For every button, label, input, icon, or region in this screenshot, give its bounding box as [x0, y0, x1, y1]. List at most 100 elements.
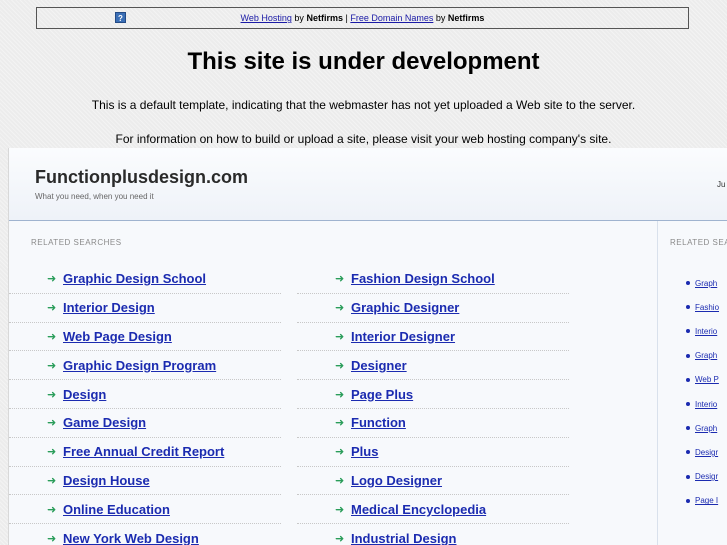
related-search-link[interactable]: Game Design	[63, 415, 146, 430]
bullet-icon	[686, 450, 690, 455]
sidebar-search-link[interactable]: Graph	[695, 351, 717, 360]
sidebar-section-label: RELATED SEA	[670, 238, 727, 247]
arrow-icon: ➜	[335, 359, 345, 372]
related-search-link[interactable]: Graphic Designer	[351, 300, 459, 315]
search-row: ➜ Game Design	[9, 409, 281, 438]
related-search-link[interactable]: Design House	[63, 473, 150, 488]
arrow-icon: ➜	[47, 417, 57, 430]
sidebar-search-link[interactable]: Page I	[695, 496, 718, 505]
related-search-link[interactable]: Page Plus	[351, 387, 413, 402]
search-row: ➜ Graphic Design School	[9, 265, 281, 294]
search-column-left: ➜ Graphic Design School ➜ Interior Design ➜ W…	[9, 265, 281, 545]
related-search-link[interactable]: Graphic Design Program	[63, 358, 216, 373]
hosting-banner: ? Web Hosting by Netfirms | Free Domain …	[36, 7, 689, 29]
search-row: ➜ Free Annual Credit Report	[9, 438, 281, 467]
related-search-link[interactable]: Function	[351, 415, 406, 430]
arrow-icon: ➜	[47, 503, 57, 516]
banner-by-text: by	[294, 13, 304, 23]
arrow-icon: ➜	[47, 273, 57, 286]
arrow-icon: ➜	[47, 359, 57, 372]
notice-text: This is a default template, indicating t…	[91, 98, 636, 112]
web-hosting-link[interactable]: Web Hosting	[241, 13, 292, 23]
sidebar-search-link[interactable]: Desigr	[695, 472, 718, 481]
sidebar-item: Interio	[686, 392, 727, 416]
search-row: ➜ Graphic Designer	[297, 294, 569, 323]
related-search-link[interactable]: Design	[63, 387, 106, 402]
related-search-link[interactable]: Logo Designer	[351, 473, 442, 488]
sidebar-search-link[interactable]: Fashio	[695, 303, 719, 312]
sidebar-item: Page I	[686, 489, 727, 513]
sidebar-list: Graph Fashio Interio Graph Web P Interio Graph…	[686, 271, 727, 513]
sidebar-item: Desigr	[686, 465, 727, 489]
banner-separator: |	[345, 13, 348, 23]
search-row: ➜ Industrial Design	[297, 524, 569, 545]
sidebar-item: Graph	[686, 271, 727, 295]
bullet-icon	[686, 377, 690, 382]
arrow-icon: ➜	[335, 330, 345, 343]
site-header: Functionplusdesign.com What you need, wh…	[9, 148, 727, 221]
search-row: ➜ Design House	[9, 467, 281, 496]
search-row: ➜ Function	[297, 409, 569, 438]
search-row: ➜ Logo Designer	[297, 467, 569, 496]
info-text: For information on how to build or uploa…	[115, 132, 612, 146]
sidebar-search-link[interactable]: Graph	[695, 424, 717, 433]
related-search-link[interactable]: Industrial Design	[351, 531, 456, 545]
related-search-link[interactable]: Designer	[351, 358, 407, 373]
site-tagline: What you need, when you need it	[35, 192, 154, 201]
arrow-icon: ➜	[335, 446, 345, 459]
related-search-link[interactable]: Plus	[351, 444, 378, 459]
search-column-right: ➜ Fashion Design School ➜ Graphic Designer ➜…	[297, 265, 569, 545]
search-row: ➜ Medical Encyclopedia	[297, 495, 569, 525]
search-row: ➜ Designer	[297, 351, 569, 381]
bullet-icon	[686, 305, 690, 310]
sidebar-search-link[interactable]: Interio	[695, 327, 717, 336]
arrow-icon: ➜	[47, 388, 57, 401]
related-search-link[interactable]: Interior Designer	[351, 329, 455, 344]
bullet-icon	[686, 426, 690, 431]
arrow-icon: ➜	[47, 533, 57, 545]
sidebar-item: Fashio	[686, 295, 727, 319]
related-search-link[interactable]: New York Web Design	[63, 531, 199, 545]
arrow-icon: ➜	[47, 302, 57, 315]
sidebar-search-link[interactable]: Web P	[695, 375, 719, 384]
search-row: ➜ Interior Designer	[297, 323, 569, 352]
free-domain-names-link[interactable]: Free Domain Names	[350, 13, 433, 23]
arrow-icon: ➜	[335, 302, 345, 315]
sidebar-search-link[interactable]: Desigr	[695, 448, 718, 457]
related-search-link[interactable]: Online Education	[63, 502, 170, 517]
banner-brand: Netfirms	[447, 13, 485, 23]
sidebar-search-link[interactable]: Graph	[695, 279, 717, 288]
sidebar-item: Interio	[686, 319, 727, 343]
related-search-link[interactable]: Graphic Design School	[63, 271, 206, 286]
arrow-icon: ➜	[47, 330, 57, 343]
search-row: ➜ Online Education	[9, 495, 281, 525]
related-search-link[interactable]: Free Annual Credit Report	[63, 444, 224, 459]
sidebar-search-link[interactable]: Interio	[695, 400, 717, 409]
arrow-icon: ➜	[335, 417, 345, 430]
search-row: ➜ Fashion Design School	[297, 265, 569, 294]
bullet-icon	[686, 498, 690, 503]
related-search-link[interactable]: Medical Encyclopedia	[351, 502, 486, 517]
search-row: ➜ Graphic Design Program	[9, 351, 281, 381]
help-icon[interactable]: ?	[115, 12, 126, 23]
search-row: ➜ Plus	[297, 438, 569, 467]
sidebar-item: Web P	[686, 368, 727, 392]
arrow-icon: ➜	[335, 503, 345, 516]
sidebar-item: Graph	[686, 416, 727, 440]
related-search-link[interactable]: Fashion Design School	[351, 271, 495, 286]
section-label: RELATED SEARCHES	[31, 238, 122, 247]
arrow-icon: ➜	[47, 446, 57, 459]
page-title: This site is under development	[187, 48, 540, 75]
search-row: ➜ Web Page Design	[9, 323, 281, 352]
banner-brand: Netfirms	[306, 13, 343, 23]
arrow-icon: ➜	[335, 533, 345, 545]
related-search-link[interactable]: Interior Design	[63, 300, 155, 315]
parked-domain-frame: Functionplusdesign.com What you need, wh…	[8, 148, 727, 545]
bullet-icon	[686, 474, 690, 479]
arrow-icon: ➜	[335, 273, 345, 286]
related-search-link[interactable]: Web Page Design	[63, 329, 172, 344]
bullet-icon	[686, 281, 690, 286]
search-row: ➜ Page Plus	[297, 380, 569, 409]
bullet-icon	[686, 353, 690, 358]
search-row: ➜ Interior Design	[9, 294, 281, 323]
